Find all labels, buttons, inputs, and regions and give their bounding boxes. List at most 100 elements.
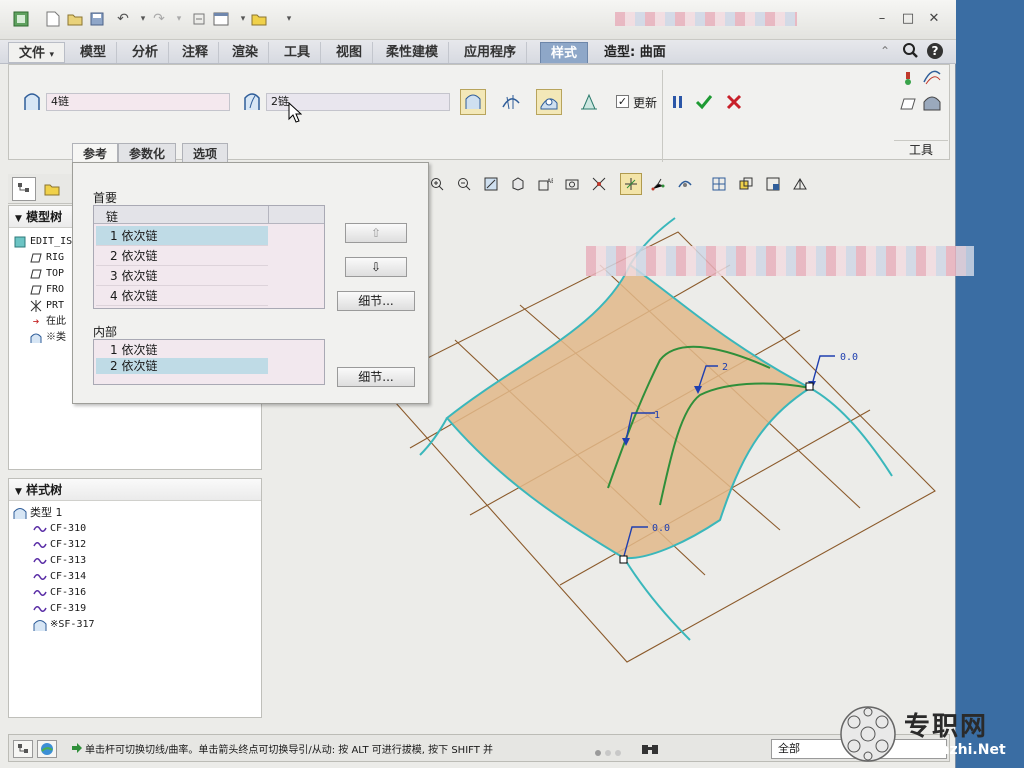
folder-browser-tab[interactable] <box>40 177 64 201</box>
spin-center-icon[interactable] <box>674 173 696 195</box>
tree-item-label: 在此 <box>46 316 66 327</box>
redo-dropdown-icon[interactable]: ▾ <box>170 10 188 28</box>
new-file-icon[interactable] <box>44 10 62 28</box>
collapse-icon[interactable]: ▼ <box>15 214 22 224</box>
undo-icon[interactable]: ↶ <box>114 10 132 28</box>
curve-icon <box>33 570 47 584</box>
style-surface[interactable] <box>445 263 812 560</box>
view-orientation-icon[interactable] <box>735 173 757 195</box>
cancel-x-icon[interactable] <box>724 92 744 115</box>
tab-analysis[interactable]: 分析 <box>122 42 170 63</box>
search-icon[interactable] <box>902 42 918 63</box>
tab-annotate[interactable]: 注释 <box>172 42 220 63</box>
primary-chains-field[interactable]: 4链 <box>46 93 230 111</box>
internal-chains-list: 1 依次链 2 依次链 <box>93 339 325 385</box>
customize-toolbar-icon[interactable]: ▾ <box>280 10 298 28</box>
curve-analysis-icon[interactable] <box>922 68 942 89</box>
zoom-in-icon[interactable] <box>426 173 448 195</box>
watermark-cn: 专职网 <box>904 712 989 742</box>
repaint-icon[interactable] <box>507 173 529 195</box>
section-icon[interactable] <box>789 173 811 195</box>
curvature-button[interactable] <box>576 89 602 115</box>
subtab-references[interactable]: 参考 <box>72 143 119 163</box>
move-up-button[interactable]: ⇧ <box>345 223 407 243</box>
style-surface-317[interactable]: ※SF-317 <box>13 617 261 633</box>
style-tree-root[interactable]: 类型 1 <box>13 505 261 521</box>
tab-file[interactable]: 文件 ▾ <box>8 42 66 63</box>
redo-icon[interactable]: ↷ <box>150 10 168 28</box>
list-item[interactable]: 3 依次链 <box>96 266 268 286</box>
internal-details-button[interactable]: 细节... <box>337 367 415 387</box>
references-panel: 首要 链 1 依次链 2 依次链 3 依次链 4 依次链 ⇧ ⇩ 细节... 内… <box>72 162 429 404</box>
part-icon <box>13 235 27 249</box>
ok-check-icon[interactable] <box>694 92 714 115</box>
windows-icon[interactable] <box>212 10 230 28</box>
move-down-button[interactable]: ⇩ <box>345 257 407 277</box>
points-display-icon[interactable] <box>647 173 669 195</box>
navigator-toggle-icon[interactable] <box>13 740 33 758</box>
selection-filter-icon[interactable] <box>637 739 663 759</box>
watermark: 专职网 Zhuanzhi.Net <box>838 704 1018 764</box>
zoom-out-icon[interactable] <box>453 173 475 195</box>
tab-render[interactable]: 渲染 <box>222 42 270 63</box>
pause-icon[interactable] <box>670 94 686 113</box>
regenerate-icon[interactable] <box>190 10 208 28</box>
style-curve-319[interactable]: CF-319 <box>13 601 261 617</box>
tab-view[interactable]: 视图 <box>326 42 374 63</box>
minimize-button[interactable]: – <box>872 10 892 28</box>
shaded-analysis-icon[interactable] <box>922 94 942 115</box>
list-item[interactable]: 2 依次链 <box>96 358 268 374</box>
collapse-icon[interactable]: ▼ <box>15 487 22 497</box>
browser-toggle-icon[interactable] <box>37 740 57 758</box>
vertex-handle[interactable] <box>619 555 628 564</box>
list-item[interactable]: 2 依次链 <box>96 246 268 266</box>
plane-tool-icon[interactable] <box>900 96 916 115</box>
curve-icon <box>33 586 47 600</box>
list-item[interactable]: 1 依次链 <box>96 342 268 358</box>
style-curve-313[interactable]: CF-313 <box>13 553 261 569</box>
saved-orientations-icon[interactable]: AB <box>534 173 556 195</box>
model-tree-tab[interactable] <box>12 177 36 201</box>
tab-tools[interactable]: 工具 <box>274 42 322 63</box>
list-item[interactable]: 1 依次链 <box>96 226 268 246</box>
folder-icon <box>44 184 60 196</box>
reflection-button[interactable] <box>536 89 562 115</box>
maximize-button[interactable]: □ <box>898 10 918 28</box>
mesh-display-button[interactable] <box>498 89 524 115</box>
view-manager-icon[interactable] <box>561 173 583 195</box>
tab-style[interactable]: 样式 <box>540 42 589 63</box>
display-style-icon[interactable] <box>588 173 610 195</box>
surface-preview-button[interactable] <box>460 89 486 115</box>
tab-model[interactable]: 模型 <box>70 42 118 63</box>
watermark-en: Zhuanzhi.Net <box>900 742 1006 758</box>
watermark-ball-icon <box>840 706 896 762</box>
tree-item-label: CF-319 <box>50 603 87 614</box>
help-icon[interactable]: ? <box>926 42 944 63</box>
close-window-folder-icon[interactable] <box>250 10 268 28</box>
style-curve-314[interactable]: CF-314 <box>13 569 261 585</box>
save-icon[interactable] <box>88 10 106 28</box>
active-plane-icon[interactable] <box>708 173 730 195</box>
style-curve-316[interactable]: CF-316 <box>13 585 261 601</box>
list-item[interactable]: 4 依次链 <box>96 286 268 306</box>
subtab-parameterization[interactable]: 参数化 <box>118 143 177 163</box>
primary-details-button[interactable]: 细节... <box>337 291 415 311</box>
insert-arrow-icon: ➔ <box>32 315 40 328</box>
collapse-ribbon-icon[interactable]: ⌃ <box>880 44 890 58</box>
inspect-tool-icon[interactable] <box>900 70 916 89</box>
style-curve-312[interactable]: CF-312 <box>13 537 261 553</box>
open-file-icon[interactable] <box>66 10 84 28</box>
close-button[interactable]: ✕ <box>924 10 944 28</box>
vertex-handle[interactable] <box>805 382 814 391</box>
update-checkbox[interactable]: ✓ <box>616 95 629 108</box>
datum-display-icon[interactable] <box>620 173 642 195</box>
refit-icon[interactable] <box>480 173 502 195</box>
tab-applications[interactable]: 应用程序 <box>454 42 528 63</box>
style-curve-310[interactable]: CF-310 <box>13 521 261 537</box>
tab-flexible-modeling[interactable]: 柔性建模 <box>376 42 450 63</box>
subtab-options[interactable]: 选项 <box>182 143 229 163</box>
tree-item-label: TOP <box>46 268 65 279</box>
four-view-icon[interactable] <box>762 173 784 195</box>
ribbon-tabs: 文件 ▾ 模型 分析 注释 渲染 工具 视图 柔性建模 应用程序 样式 造型: … <box>0 40 956 64</box>
arrow-up-icon: ⇧ <box>370 226 382 240</box>
